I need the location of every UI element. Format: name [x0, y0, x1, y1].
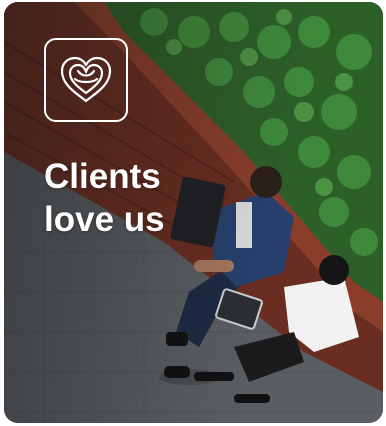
heart-knot-icon: [44, 38, 128, 122]
headline-line-2: love us: [44, 200, 165, 239]
clients-love-us-card[interactable]: Clients love us: [4, 2, 383, 423]
card-headline: Clients love us: [44, 155, 244, 241]
headline-line-1: Clients: [44, 157, 161, 196]
